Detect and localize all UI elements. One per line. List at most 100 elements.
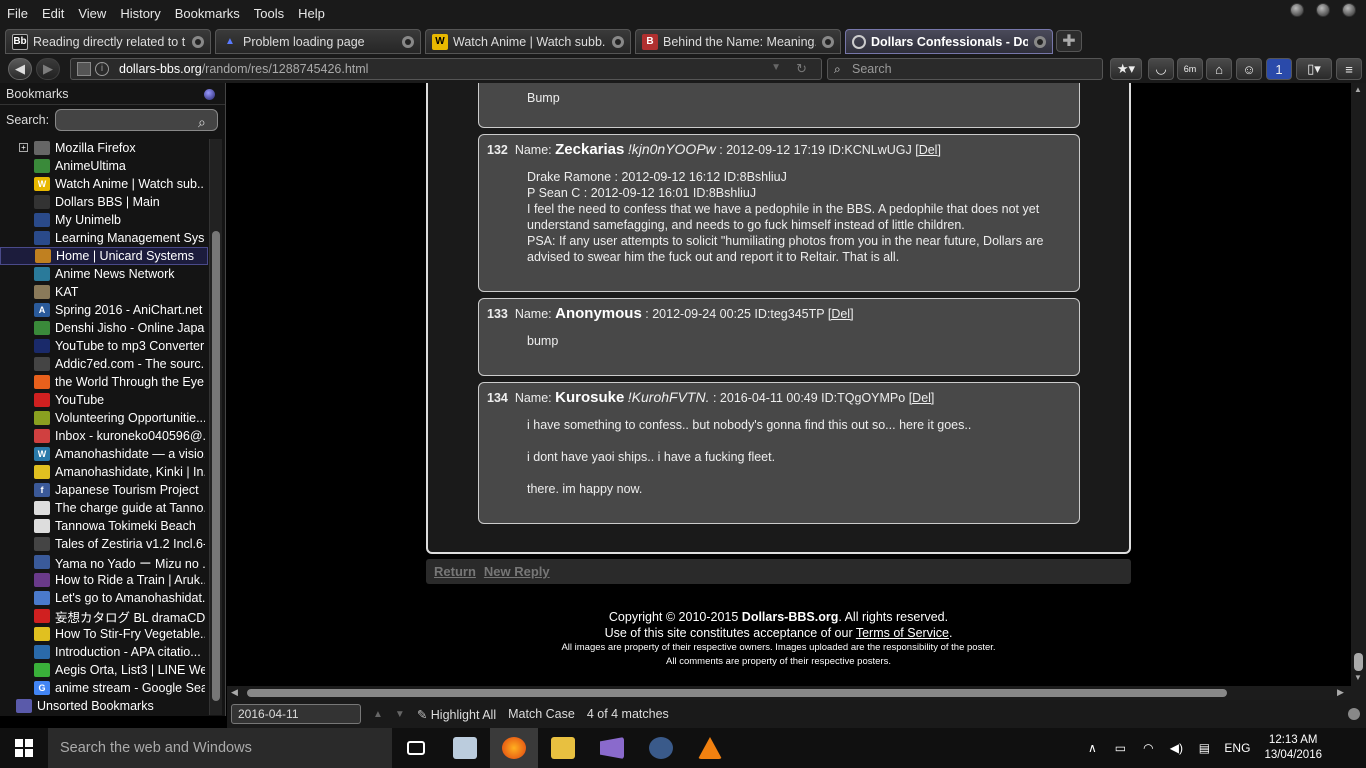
menu-icon[interactable]: ≡ bbox=[1336, 58, 1362, 80]
search-bar[interactable]: ⌕ Search bbox=[827, 58, 1103, 80]
bookmark-item[interactable]: The charge guide at Tanno... bbox=[0, 499, 208, 517]
steam-icon[interactable] bbox=[637, 728, 685, 768]
bookmark-item[interactable]: Anime News Network bbox=[0, 265, 208, 283]
dropdown-arrow-icon[interactable]: ▼ bbox=[771, 62, 781, 73]
close-tab-icon[interactable] bbox=[192, 35, 204, 48]
battery-icon[interactable]: ▭ bbox=[1110, 741, 1130, 755]
firefox-icon[interactable] bbox=[490, 728, 538, 768]
bookmark-item[interactable]: YouTube bbox=[0, 391, 208, 409]
tab-dollars-confessionals[interactable]: Dollars Confessionals - Do... bbox=[845, 29, 1053, 54]
file-explorer-icon[interactable] bbox=[539, 728, 587, 768]
bookmark-item[interactable]: Ganime stream - Google Sea... bbox=[0, 679, 208, 697]
close-sidebar-icon[interactable] bbox=[204, 89, 215, 100]
bookmark-item[interactable]: the World Through the Eye... bbox=[0, 373, 208, 391]
scroll-up-icon[interactable]: ▲ bbox=[1354, 85, 1362, 94]
close-tab-icon[interactable] bbox=[1034, 35, 1046, 48]
menu-help[interactable]: Help bbox=[291, 6, 332, 21]
return-link[interactable]: Return bbox=[434, 564, 476, 579]
action-center-icon[interactable]: ▤ bbox=[1194, 741, 1214, 755]
new-tab-button[interactable]: ✚ bbox=[1056, 30, 1082, 52]
terms-of-service-link[interactable]: Terms of Service bbox=[856, 626, 949, 640]
visual-studio-icon[interactable] bbox=[588, 728, 636, 768]
menu-file[interactable]: File bbox=[0, 6, 35, 21]
tab-problem-loading[interactable]: ▲ Problem loading page bbox=[215, 29, 421, 54]
task-manager-icon[interactable] bbox=[441, 728, 489, 768]
scroll-right-icon[interactable]: ▶ bbox=[1337, 687, 1344, 698]
tab-reading[interactable]: Bb Reading directly related to t... bbox=[5, 29, 211, 54]
scroll-left-icon[interactable]: ◀ bbox=[231, 687, 238, 698]
chat-icon[interactable]: ☺ bbox=[1236, 58, 1262, 80]
task-view-icon[interactable] bbox=[392, 728, 440, 768]
url-bar[interactable]: i dollars-bbs.org /random/res/1288745426… bbox=[70, 58, 822, 80]
scroll-down-icon[interactable]: ▼ bbox=[1354, 673, 1362, 682]
forward-button[interactable]: ▶ bbox=[36, 58, 60, 80]
back-button[interactable]: ◀ bbox=[8, 58, 32, 80]
tab-watch-anime[interactable]: W Watch Anime | Watch subb... bbox=[425, 29, 631, 54]
bookmark-item[interactable]: A Spring 2016 - AniChart.net ... bbox=[0, 301, 208, 319]
close-tab-icon[interactable] bbox=[612, 35, 624, 48]
clipboard-icon[interactable]: ▯▾ bbox=[1296, 58, 1332, 80]
bookmark-item[interactable]: Learning Management Sys... bbox=[0, 229, 208, 247]
bookmark-item[interactable]: Tales of Zestiria v1.2 Incl.6-... bbox=[0, 535, 208, 553]
tab-behind-the-name[interactable]: B Behind the Name: Meaning... bbox=[635, 29, 841, 54]
clock[interactable]: 12:13 AM 13/04/2016 bbox=[1264, 733, 1322, 763]
match-case-button[interactable]: Match Case bbox=[508, 707, 575, 721]
bookmark-item[interactable]: Home | Unicard Systems bbox=[0, 247, 208, 265]
start-button[interactable] bbox=[0, 728, 48, 768]
find-previous-icon[interactable]: ▲ bbox=[373, 709, 383, 720]
bookmark-item[interactable]: Dollars BBS | Main bbox=[0, 193, 208, 211]
chevron-up-icon[interactable]: ∧ bbox=[1082, 741, 1102, 755]
bookmark-item[interactable]: Unsorted Bookmarks bbox=[0, 697, 208, 715]
delete-link[interactable]: [Del] bbox=[915, 143, 941, 157]
bookmark-item[interactable]: My Unimelb bbox=[0, 211, 208, 229]
menu-edit[interactable]: Edit bbox=[35, 6, 71, 21]
pocket-icon[interactable]: ◡ bbox=[1148, 58, 1174, 80]
bookmark-item[interactable]: Aegis Orta, List3 | LINE We... bbox=[0, 661, 208, 679]
highlight-all-button[interactable]: ✎ Highlight All bbox=[417, 707, 496, 722]
taskbar-search[interactable]: Search the web and Windows bbox=[48, 728, 392, 768]
minimize-button[interactable] bbox=[1290, 3, 1304, 17]
delete-link[interactable]: [Del] bbox=[909, 391, 935, 405]
bookmark-item[interactable]: W Amanohashidate — a visio... bbox=[0, 445, 208, 463]
bookmark-item[interactable]: How To Stir-Fry Vegetable... bbox=[0, 625, 208, 643]
bookmark-search-input[interactable] bbox=[55, 109, 219, 131]
bookmark-item[interactable]: Introduction - APA citatio... bbox=[0, 643, 208, 661]
bookmark-item[interactable]: Yama no Yado ー Mizu no ... bbox=[0, 553, 208, 571]
bookmark-item[interactable]: Amanohashidate, Kinki | In... bbox=[0, 463, 208, 481]
bookmark-item[interactable]: Tannowa Tokimeki Beach bbox=[0, 517, 208, 535]
post-number[interactable]: 134 bbox=[487, 391, 508, 405]
scrollbar-thumb[interactable] bbox=[212, 231, 220, 701]
bookmark-item[interactable]: Inbox - kuroneko040596@... bbox=[0, 427, 208, 445]
timer-icon[interactable]: 6m bbox=[1177, 58, 1203, 80]
scrollbar-thumb[interactable] bbox=[247, 689, 1227, 697]
bookmark-item[interactable]: KAT bbox=[0, 283, 208, 301]
bookmark-item[interactable]: W Watch Anime | Watch sub... bbox=[0, 175, 208, 193]
menu-history[interactable]: History bbox=[113, 6, 167, 21]
close-window-button[interactable] bbox=[1342, 3, 1356, 17]
bookmark-item[interactable]: f Japanese Tourism Project bbox=[0, 481, 208, 499]
delete-link[interactable]: [Del] bbox=[828, 307, 854, 321]
new-reply-link[interactable]: New Reply bbox=[484, 564, 550, 579]
find-next-icon[interactable]: ▼ bbox=[395, 709, 405, 720]
page-horizontal-scrollbar[interactable]: ◀ ▶ bbox=[227, 686, 1366, 700]
info-icon[interactable]: i bbox=[95, 62, 109, 76]
wifi-icon[interactable]: ◠ bbox=[1138, 741, 1158, 755]
menu-view[interactable]: View bbox=[71, 6, 113, 21]
bookmark-item[interactable]: How to Ride a Train | Aruk... bbox=[0, 571, 208, 589]
find-input[interactable] bbox=[231, 704, 361, 724]
close-tab-icon[interactable] bbox=[402, 35, 414, 48]
show-desktop-button[interactable] bbox=[1336, 728, 1366, 768]
post-number[interactable]: 133 bbox=[487, 307, 508, 321]
menu-tools[interactable]: Tools bbox=[247, 6, 291, 21]
vlc-icon[interactable] bbox=[686, 728, 734, 768]
menu-bookmarks[interactable]: Bookmarks bbox=[168, 6, 247, 21]
bookmark-item[interactable]: Denshi Jisho - Online Japa... bbox=[0, 319, 208, 337]
close-tab-icon[interactable] bbox=[822, 35, 834, 48]
notification-icon[interactable]: 1 bbox=[1266, 58, 1292, 80]
page-vertical-scrollbar[interactable]: ▲ ▼ bbox=[1351, 83, 1366, 686]
bookmark-item[interactable]: 妄想カタログ BL dramaCD【... bbox=[0, 607, 208, 625]
bookmark-scrollbar[interactable] bbox=[209, 139, 222, 715]
bookmark-item[interactable]: Addic7ed.com - The sourc... bbox=[0, 355, 208, 373]
language-indicator[interactable]: ENG bbox=[1224, 741, 1250, 755]
bookmark-item[interactable]: Volunteering Opportunitie... bbox=[0, 409, 208, 427]
